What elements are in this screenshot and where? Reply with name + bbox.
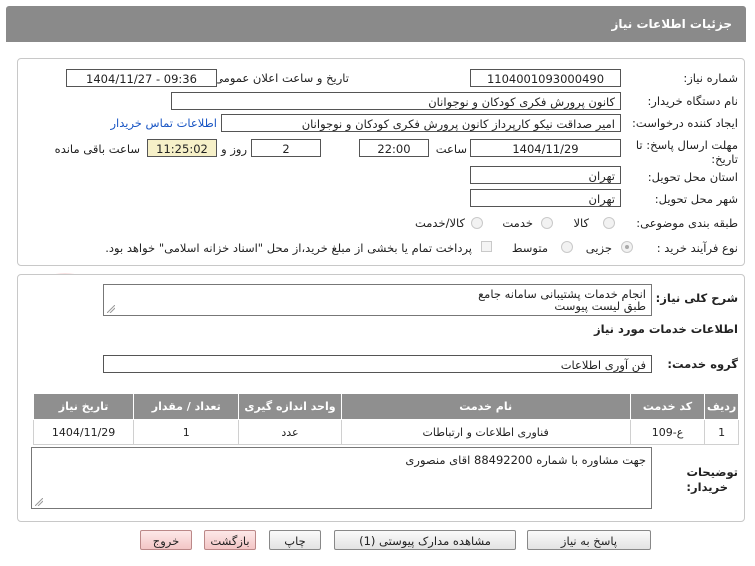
announce-label: تاریخ و ساعت اعلان عمومی: (210, 71, 349, 85)
service-group-label: گروه خدمت: (667, 357, 738, 371)
description-textarea[interactable]: انجام خدمات پشتیبانی سامانه جامع طبق لیس… (103, 284, 652, 316)
payment-note: پرداخت تمام یا بخشی از مبلغ خرید،از محل … (105, 241, 472, 255)
col-row-number: ردیف (704, 393, 739, 420)
print-button[interactable]: چاپ (269, 530, 321, 550)
exit-button[interactable]: خروج (140, 530, 192, 550)
process-option-medium: متوسط (511, 241, 548, 255)
back-button[interactable]: بازگشت (204, 530, 256, 550)
category-radio-goods[interactable] (603, 217, 615, 229)
cell-unit: عدد (238, 419, 342, 445)
deadline-date-field: 1404/11/29 (470, 139, 621, 157)
table-row: 1 ع-109 فناوری اطلاعات و ارتباطات عدد 1 … (32, 419, 739, 445)
deadline-time-field: 22:00 (359, 139, 429, 157)
days-field: 2 (251, 139, 321, 157)
deadline-time-label: ساعت (435, 142, 467, 156)
col-unit: واحد اندازه گیری (238, 393, 342, 420)
treasury-checkbox[interactable] (481, 241, 492, 252)
contact-buyer-link[interactable]: اطلاعات تماس خریدار (110, 116, 217, 130)
need-number-field: 1104001093000490 (470, 69, 621, 87)
process-radio-partial[interactable] (621, 241, 633, 253)
buyer-notes-textarea[interactable]: جهت مشاوره با شماره 88492200 اقای منصوری (31, 447, 652, 509)
services-table: ردیف کد خدمت نام خدمت واحد اندازه گیری ت… (32, 393, 739, 445)
cell-quantity: 1 (133, 419, 240, 445)
page-header: جزئیات اطلاعات نیاز (6, 6, 746, 42)
days-label: روز و (221, 142, 247, 156)
col-service-code: کد خدمت (629, 393, 706, 420)
cell-service-name: فناوری اطلاعات و ارتباطات (340, 419, 631, 445)
col-quantity: تعداد / مقدار (133, 393, 240, 420)
remaining-time-field: 11:25:02 (147, 139, 217, 157)
deadline-label: مهلت ارسال پاسخ: تا (635, 138, 738, 152)
service-group-field: فن آوری اطلاعات (103, 355, 652, 373)
category-radio-goods-service[interactable] (471, 217, 483, 229)
city-label: شهر محل تحویل: (654, 192, 738, 206)
creator-label: ایجاد کننده درخواست: (632, 116, 738, 130)
cell-service-code: ع-109 (629, 419, 706, 445)
process-radio-medium[interactable] (561, 241, 573, 253)
remaining-label: ساعت باقی مانده (54, 142, 140, 156)
process-option-partial: جزیی (585, 241, 612, 255)
cell-need-date: 1404/11/29 (32, 419, 135, 445)
description-label: شرح کلی نیاز: (655, 291, 738, 305)
col-need-date: تاریخ نیاز (32, 393, 135, 420)
process-label: نوع فرآیند خرید : (656, 241, 738, 255)
buyer-org-field: کانون پرورش فکری کودکان و نوجوانان (171, 92, 621, 110)
buyer-org-label: نام دستگاه خریدار: (647, 94, 738, 108)
description-line-2: طبق لیست پیوست (554, 299, 646, 313)
reply-button[interactable]: پاسخ به نیاز (527, 530, 651, 550)
province-field: تهران (470, 166, 621, 184)
category-option-goods-service: کالا/خدمت (414, 216, 465, 230)
need-details-panel (17, 58, 745, 266)
buyer-notes-label: توضیحات (686, 465, 739, 479)
resize-grip-icon[interactable] (107, 305, 115, 313)
creator-field: امیر صداقت نیکو کارپرداز کانون پرورش فکر… (221, 114, 621, 132)
services-table-header: ردیف کد خدمت نام خدمت واحد اندازه گیری ت… (32, 393, 739, 420)
category-option-goods: کالا (573, 216, 589, 230)
deadline-label-date: تاریخ: (711, 152, 738, 166)
province-label: استان محل تحویل: (647, 170, 738, 184)
announce-field: 1404/11/27 - 09:36 (66, 69, 217, 87)
city-field: تهران (470, 189, 621, 207)
page-title: جزئیات اطلاعات نیاز (611, 17, 732, 31)
resize-grip-icon[interactable] (35, 498, 43, 506)
buyer-notes-label-2: خریدار: (686, 480, 728, 494)
category-radio-service[interactable] (541, 217, 553, 229)
buyer-notes-text: جهت مشاوره با شماره 88492200 اقای منصوری (405, 453, 646, 467)
view-attachments-button[interactable]: مشاهده مدارک پیوستی (1) (334, 530, 516, 550)
cell-row-number: 1 (704, 419, 739, 445)
category-option-service: خدمت (502, 216, 533, 230)
col-service-name: نام خدمت (340, 393, 631, 420)
category-label: طبقه بندی موضوعی: (636, 216, 738, 230)
need-number-label: شماره نیاز: (683, 71, 738, 85)
services-section-title: اطلاعات خدمات مورد نیاز (594, 322, 738, 336)
